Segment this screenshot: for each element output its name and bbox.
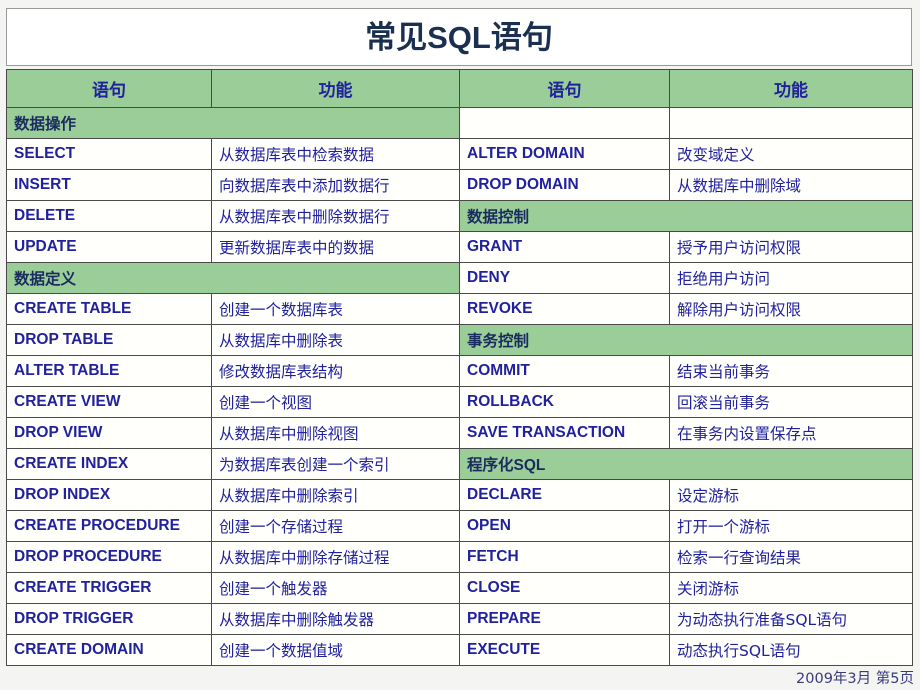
statement-cell-left: INSERT <box>6 169 212 201</box>
table-row: DELETE 从数据库表中删除数据行 数据控制 <box>6 200 913 232</box>
statement-cell-right: DROP DOMAIN <box>459 169 670 201</box>
statement-cell-left: DROP VIEW <box>6 417 212 449</box>
function-cell-right: 结束当前事务 <box>669 355 913 387</box>
function-cell-left: 创建一个视图 <box>211 386 460 418</box>
statement-cell-left: DROP INDEX <box>6 479 212 511</box>
function-cell-right: 为动态执行准备SQL语句 <box>669 603 913 635</box>
table-cell-empty <box>459 107 670 139</box>
function-cell-left: 创建一个数据值域 <box>211 634 460 666</box>
statement-cell-right: CLOSE <box>459 572 670 604</box>
statement-cell-left: DELETE <box>6 200 212 232</box>
column-header-statement-left: 语句 <box>6 69 212 108</box>
column-header-statement-right: 语句 <box>459 69 670 108</box>
function-cell-right: 设定游标 <box>669 479 913 511</box>
statement-cell-right: EXECUTE <box>459 634 670 666</box>
function-cell-right: 在事务内设置保存点 <box>669 417 913 449</box>
section-band-right: 数据控制 <box>459 200 913 232</box>
statement-cell-right: GRANT <box>459 231 670 263</box>
table-row: SELECT 从数据库表中检索数据 ALTER DOMAIN 改变域定义 <box>6 138 913 170</box>
function-cell-left: 从数据库中删除触发器 <box>211 603 460 635</box>
function-cell-right: 关闭游标 <box>669 572 913 604</box>
table-row: 数据定义 DENY 拒绝用户访问 <box>6 262 913 294</box>
statement-cell-right: ROLLBACK <box>459 386 670 418</box>
table-row: UPDATE 更新数据库表中的数据 GRANT 授予用户访问权限 <box>6 231 913 263</box>
function-cell-left: 向数据库表中添加数据行 <box>211 169 460 201</box>
table-row: CREATE TRIGGER 创建一个触发器 CLOSE 关闭游标 <box>6 572 913 604</box>
function-cell-right: 打开一个游标 <box>669 510 913 542</box>
table-row: CREATE DOMAIN 创建一个数据值域 EXECUTE 动态执行SQL语句 <box>6 634 913 666</box>
statement-cell-right: DENY <box>459 262 670 294</box>
table-cell-empty <box>669 107 913 139</box>
statement-cell-left: CREATE VIEW <box>6 386 212 418</box>
function-cell-right: 授予用户访问权限 <box>669 231 913 263</box>
function-cell-right: 解除用户访问权限 <box>669 293 913 325</box>
slide-canvas: 常见SQL语句 语句 功能 语句 功能 数据操作 SELECT 从数据库表中检索数据… <box>0 0 920 690</box>
table-row: CREATE PROCEDURE 创建一个存储过程 OPEN 打开一个游标 <box>6 510 913 542</box>
statement-cell-right: REVOKE <box>459 293 670 325</box>
function-cell-right: 拒绝用户访问 <box>669 262 913 294</box>
function-cell-left: 创建一个数据库表 <box>211 293 460 325</box>
table-row: INSERT 向数据库表中添加数据行 DROP DOMAIN 从数据库中删除域 <box>6 169 913 201</box>
column-header-function-left: 功能 <box>211 69 460 108</box>
page-title: 常见SQL语句 <box>365 19 553 55</box>
statement-cell-left: CREATE INDEX <box>6 448 212 480</box>
statement-cell-left: CREATE TABLE <box>6 293 212 325</box>
table-row: DROP VIEW 从数据库中删除视图 SAVE TRANSACTION 在事务内设置… <box>6 417 913 449</box>
table-header-row: 语句 功能 语句 功能 <box>6 69 913 108</box>
table-row: DROP TABLE 从数据库中删除表 事务控制 <box>6 324 913 356</box>
statement-cell-right: FETCH <box>459 541 670 573</box>
statement-cell-left: DROP TABLE <box>6 324 212 356</box>
statement-cell-left: ALTER TABLE <box>6 355 212 387</box>
slide-title-box: 常见SQL语句 <box>6 8 912 66</box>
table-row: DROP INDEX 从数据库中删除索引 DECLARE 设定游标 <box>6 479 913 511</box>
function-cell-left: 修改数据库表结构 <box>211 355 460 387</box>
function-cell-left: 从数据库表中检索数据 <box>211 138 460 170</box>
function-cell-left: 从数据库中删除视图 <box>211 417 460 449</box>
function-cell-left: 从数据库中删除索引 <box>211 479 460 511</box>
statement-cell-right: SAVE TRANSACTION <box>459 417 670 449</box>
statement-cell-left: CREATE DOMAIN <box>6 634 212 666</box>
slide-footer: 2009年3月 第5页 <box>796 671 914 687</box>
function-cell-left: 创建一个触发器 <box>211 572 460 604</box>
section-band-right: 程序化SQL <box>459 448 913 480</box>
statement-cell-right: COMMIT <box>459 355 670 387</box>
table-row: CREATE VIEW 创建一个视图 ROLLBACK 回滚当前事务 <box>6 386 913 418</box>
function-cell-left: 创建一个存储过程 <box>211 510 460 542</box>
sql-statements-table: 语句 功能 语句 功能 数据操作 SELECT 从数据库表中检索数据 ALTER DO… <box>6 69 913 666</box>
statement-cell-right: ALTER DOMAIN <box>459 138 670 170</box>
column-header-function-right: 功能 <box>669 69 913 108</box>
table-body: 数据操作 SELECT 从数据库表中检索数据 ALTER DOMAIN 改变域定义 INS… <box>6 107 913 666</box>
function-cell-left: 更新数据库表中的数据 <box>211 231 460 263</box>
table-row: DROP TRIGGER 从数据库中删除触发器 PREPARE 为动态执行准备SQL语… <box>6 603 913 635</box>
table-row: ALTER TABLE 修改数据库表结构 COMMIT 结束当前事务 <box>6 355 913 387</box>
section-band-left: 数据操作 <box>6 107 460 139</box>
table-row: CREATE INDEX 为数据库表创建一个索引 程序化SQL <box>6 448 913 480</box>
statement-cell-right: DECLARE <box>459 479 670 511</box>
table-row: 数据操作 <box>6 107 913 139</box>
function-cell-left: 从数据库中删除表 <box>211 324 460 356</box>
statement-cell-left: DROP PROCEDURE <box>6 541 212 573</box>
function-cell-right: 检索一行查询结果 <box>669 541 913 573</box>
statement-cell-right: PREPARE <box>459 603 670 635</box>
statement-cell-left: DROP TRIGGER <box>6 603 212 635</box>
function-cell-left: 从数据库中删除存储过程 <box>211 541 460 573</box>
table-row: DROP PROCEDURE 从数据库中删除存储过程 FETCH 检索一行查询结果 <box>6 541 913 573</box>
table-row: CREATE TABLE 创建一个数据库表 REVOKE 解除用户访问权限 <box>6 293 913 325</box>
statement-cell-left: SELECT <box>6 138 212 170</box>
statement-cell-left: UPDATE <box>6 231 212 263</box>
function-cell-left: 从数据库表中删除数据行 <box>211 200 460 232</box>
function-cell-right: 改变域定义 <box>669 138 913 170</box>
statement-cell-left: CREATE PROCEDURE <box>6 510 212 542</box>
function-cell-right: 回滚当前事务 <box>669 386 913 418</box>
statement-cell-right: OPEN <box>459 510 670 542</box>
statement-cell-left: CREATE TRIGGER <box>6 572 212 604</box>
section-band-right: 事务控制 <box>459 324 913 356</box>
function-cell-right: 从数据库中删除域 <box>669 169 913 201</box>
section-band-left: 数据定义 <box>6 262 460 294</box>
function-cell-left: 为数据库表创建一个索引 <box>211 448 460 480</box>
function-cell-right: 动态执行SQL语句 <box>669 634 913 666</box>
